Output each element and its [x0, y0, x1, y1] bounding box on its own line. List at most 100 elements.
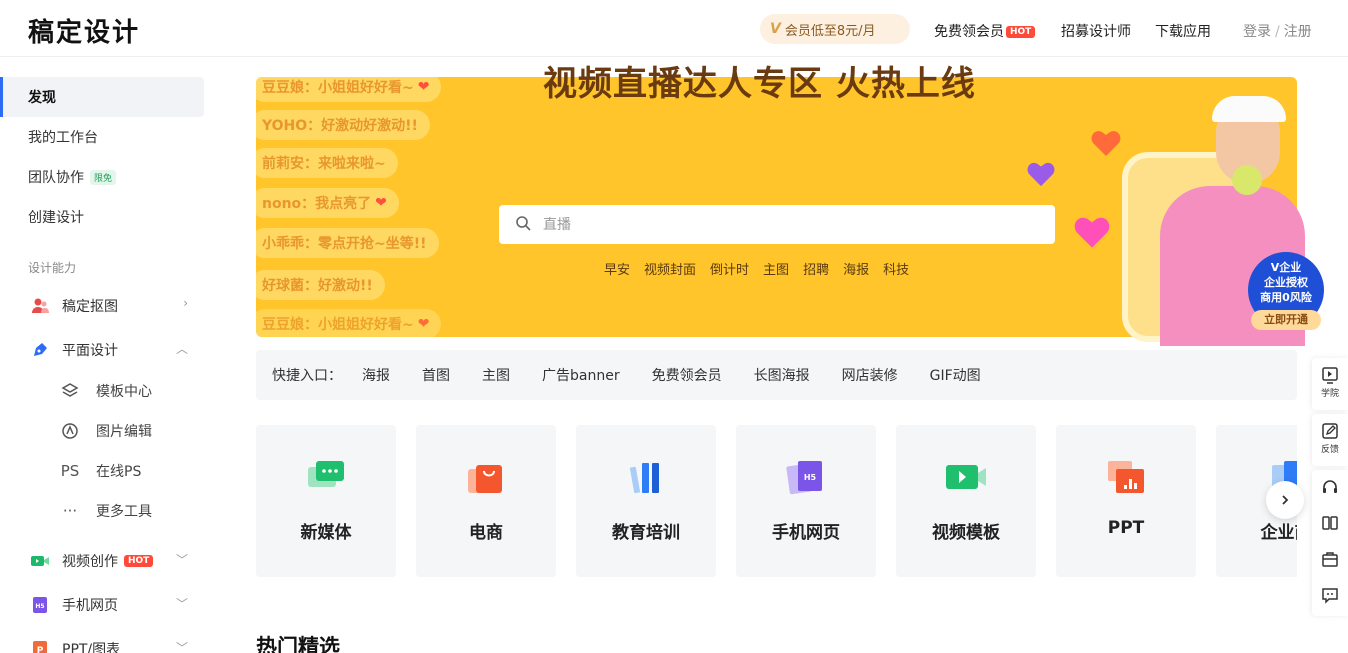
- comment-bubble: 豆豆娘：小姐姐好好看~ ❤: [256, 309, 442, 337]
- enterprise-line1: 企业授权: [1264, 276, 1308, 289]
- quick-link[interactable]: 长图海报: [754, 365, 810, 385]
- search-tag[interactable]: 早安: [604, 259, 630, 278]
- quick-link[interactable]: GIF动图: [930, 365, 981, 385]
- category-card-ecommerce[interactable]: 电商: [416, 425, 556, 577]
- sidebar-sub-templates[interactable]: 模板中心: [60, 379, 152, 403]
- nav-free-vip[interactable]: 免费领会员 HOT: [934, 21, 1036, 41]
- chevron-down-icon: ﹀: [175, 641, 188, 653]
- comment-text: YOHO：好激动好激动!!: [262, 118, 418, 134]
- vip-promo-button[interactable]: V 会员低至8元/月: [760, 14, 910, 44]
- sidebar-item-workspace[interactable]: 我的工作台: [0, 117, 204, 157]
- toolbar-guide[interactable]: [1312, 514, 1348, 534]
- category-card-video-template[interactable]: 视频模板: [896, 425, 1036, 577]
- sidebar-item-label: 我的工作台: [28, 130, 98, 146]
- quick-link[interactable]: 主图: [482, 365, 510, 385]
- quick-link[interactable]: 广告banner: [542, 365, 620, 385]
- sidebar-item-ppt[interactable]: P PPT/图表 ﹀: [30, 637, 200, 653]
- category-card-new-media[interactable]: 新媒体: [256, 425, 396, 577]
- category-label: 企业商: [1260, 523, 1298, 543]
- heart-icon: [1074, 217, 1110, 248]
- sidebar-sub-online-ps[interactable]: PS 在线PS: [60, 459, 142, 483]
- quick-link[interactable]: 免费领会员: [652, 365, 722, 385]
- heart-icon: [1027, 162, 1055, 187]
- section-label-capabilities: 设计能力: [28, 261, 77, 275]
- login-register: 登录 / 注册: [1243, 21, 1312, 41]
- heart-icon: ❤: [375, 195, 387, 211]
- sidebar-item-video[interactable]: 视频创作 HOT ﹀: [30, 549, 200, 573]
- search-box[interactable]: [499, 205, 1055, 244]
- category-label: 手机网页: [772, 523, 840, 543]
- vip-promo-label: 会员低至8元/月: [784, 23, 876, 39]
- heart-icon: ❤: [417, 79, 430, 95]
- shopping-bag-icon: [468, 465, 502, 493]
- headset-icon: [1323, 480, 1337, 493]
- h5-icon: H5: [30, 595, 50, 615]
- sidebar-sub-label: 图片编辑: [96, 424, 152, 440]
- sidebar-item-label: 手机网页: [62, 598, 118, 614]
- toolbar-academy[interactable]: 学院: [1312, 366, 1348, 399]
- comment-bubble: 前莉安：来啦来啦~: [256, 148, 398, 178]
- banner-title: 视频直播达人专区 火热上线: [543, 64, 976, 104]
- vip-icon: V: [770, 21, 781, 37]
- hot-search-tags: 早安 视频封面 倒计时 主图 招聘 海报 科技: [604, 259, 909, 278]
- sidebar-item-mobile-web[interactable]: H5 手机网页 ﹀: [30, 593, 200, 617]
- toolbar-group-bottom: [1312, 470, 1348, 616]
- sidebar: 发现 我的工作台 团队协作 限免 创建设计 设计能力 稿定抠图 › 平面设计 ︿…: [0, 57, 220, 653]
- search-tag[interactable]: 主图: [763, 259, 789, 278]
- pen-icon: [30, 340, 50, 360]
- chat-icon: [308, 461, 344, 487]
- toolbar-message[interactable]: [1312, 586, 1348, 606]
- ppt-chart-icon: [1108, 461, 1144, 493]
- enterprise-badge[interactable]: V企业 企业授权 商用0风险 立即开通: [1248, 252, 1324, 330]
- carousel-next-button[interactable]: [1266, 481, 1304, 519]
- quick-link[interactable]: 首图: [422, 365, 450, 385]
- quick-entry-bar: 快捷入口： 海报 首图 主图 广告banner 免费领会员 长图海报 网店装修 …: [256, 350, 1297, 400]
- toolbar-feedback[interactable]: 反馈: [1312, 422, 1348, 455]
- hot-badge: HOT: [1006, 26, 1036, 38]
- comment-text: 前莉安：来啦来啦~: [262, 156, 386, 172]
- nav-download-app[interactable]: 下载应用: [1155, 21, 1211, 41]
- sidebar-item-create[interactable]: 创建设计: [0, 197, 204, 237]
- search-tag[interactable]: 科技: [883, 259, 909, 278]
- sidebar-item-team[interactable]: 团队协作 限免: [0, 157, 204, 197]
- search-input[interactable]: [543, 216, 1023, 233]
- sidebar-sub-more-tools[interactable]: ··· 更多工具: [60, 499, 152, 523]
- sidebar-item-graphic-design[interactable]: 平面设计 ︿: [30, 338, 200, 362]
- feedback-icon: [1322, 423, 1338, 439]
- sidebar-item-label: 稿定抠图: [62, 299, 118, 315]
- search-tag[interactable]: 招聘: [803, 259, 829, 278]
- limited-free-badge: 限免: [90, 169, 117, 185]
- register-link[interactable]: 注册: [1284, 24, 1312, 40]
- quick-link[interactable]: 海报: [362, 365, 390, 385]
- heart-icon: [1091, 131, 1121, 156]
- comment-bubble: YOHO：好激动好激动!!: [256, 110, 430, 140]
- play-box-icon: [1322, 367, 1338, 384]
- toolbar-customer-service[interactable]: [1312, 478, 1348, 498]
- search-tag[interactable]: 海报: [843, 259, 869, 278]
- category-card-mobile-web[interactable]: H5 手机网页: [736, 425, 876, 577]
- search-tag[interactable]: 倒计时: [710, 259, 749, 278]
- sidebar-item-discover[interactable]: 发现: [0, 77, 204, 117]
- comment-text: 小乖乖：零点开抢~坐等!!: [262, 236, 427, 252]
- book-open-icon: [1322, 516, 1338, 530]
- login-link[interactable]: 登录: [1243, 24, 1271, 40]
- svg-text:H5: H5: [804, 473, 817, 482]
- logo[interactable]: 稿定设计: [28, 12, 140, 49]
- nav-recruit-designer[interactable]: 招募设计师: [1061, 21, 1131, 41]
- svg-text:P: P: [37, 646, 44, 653]
- nav-free-vip-label: 免费领会员: [934, 24, 1004, 40]
- sidebar-sub-image-edit[interactable]: 图片编辑: [60, 419, 152, 443]
- category-card-education[interactable]: 教育培训: [576, 425, 716, 577]
- login-separator: /: [1275, 24, 1280, 40]
- toolbar-mailbox[interactable]: [1312, 550, 1348, 570]
- sidebar-item-cutout[interactable]: 稿定抠图 ›: [30, 294, 200, 318]
- category-card-ppt[interactable]: PPT: [1056, 425, 1196, 577]
- search-tag[interactable]: 视频封面: [644, 259, 696, 278]
- enterprise-open-button[interactable]: 立即开通: [1251, 310, 1321, 330]
- quick-link[interactable]: 网店装修: [842, 365, 898, 385]
- message-icon: [1322, 588, 1338, 604]
- ps-icon: PS: [60, 462, 80, 480]
- category-label: 教育培训: [612, 523, 680, 543]
- books-icon: [629, 463, 659, 494]
- hot-badge: HOT: [124, 555, 154, 567]
